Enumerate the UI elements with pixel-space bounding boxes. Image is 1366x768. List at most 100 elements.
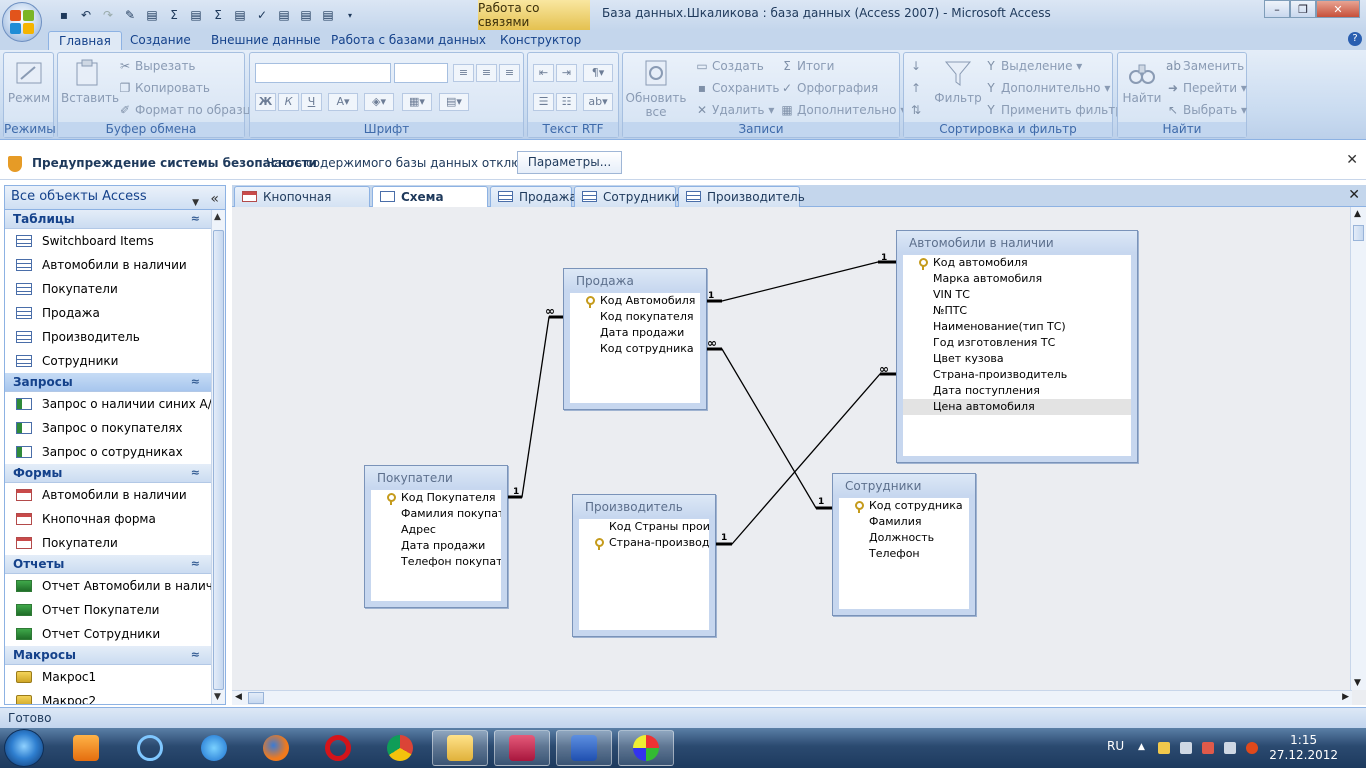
tab-sotrudniki[interactable]: Сотрудники — [574, 186, 679, 207]
scroll-left-icon[interactable]: ◀ — [235, 692, 242, 702]
explorer-button[interactable] — [432, 730, 488, 766]
form-icon[interactable]: ▤ — [186, 5, 206, 25]
nav-section-forms[interactable]: Формы ≈ — [5, 464, 212, 483]
minimize-button[interactable]: – — [1264, 0, 1290, 18]
close-document-icon[interactable]: ✕ — [1348, 187, 1360, 203]
scroll-thumb[interactable] — [213, 230, 224, 690]
tab-design[interactable]: Конструктор — [490, 31, 591, 50]
list-item[interactable]: Запрос о сотрудниках — [5, 440, 212, 464]
italic-button[interactable]: К — [278, 93, 299, 111]
font-name-combo[interactable] — [255, 63, 391, 83]
copy-button[interactable]: ❐ Копировать — [118, 79, 210, 97]
edit-icon[interactable]: ✎ — [120, 5, 140, 25]
format-painter-button[interactable]: ✐ Формат по образцу — [118, 101, 258, 119]
scroll-thumb[interactable] — [1353, 225, 1364, 241]
paste-button[interactable]: Вставить — [61, 57, 119, 105]
firefox-button[interactable] — [248, 730, 304, 766]
collapse-icon[interactable]: ≈ — [191, 210, 200, 228]
list-item[interactable]: Кнопочная форма — [5, 507, 212, 531]
help-icon[interactable]: ? — [1348, 32, 1362, 46]
save-record-button[interactable]: ▪ Сохранить — [695, 79, 780, 97]
horizontal-scrollbar[interactable]: ◀ ▶ — [232, 690, 1352, 705]
field-item[interactable]: Страна-производитель — [903, 367, 1131, 383]
scroll-up-icon[interactable]: ▲ — [1354, 209, 1361, 219]
field-item[interactable]: Код сотрудника — [839, 498, 969, 514]
list-item[interactable]: Производитель — [5, 325, 212, 349]
list-item[interactable]: Отчет Автомобили в наличии — [5, 574, 225, 598]
close-button[interactable]: ✕ — [1316, 0, 1360, 18]
vertical-scrollbar[interactable]: ▲ ▼ — [1350, 207, 1366, 690]
scroll-thumb[interactable] — [248, 692, 264, 704]
table-window-title[interactable]: Производитель — [573, 495, 715, 517]
list-item[interactable]: Покупатели — [5, 277, 212, 301]
field-item[interactable]: Год изготовления ТС — [903, 335, 1131, 351]
clock[interactable]: 1:15 27.12.2012 — [1269, 733, 1338, 763]
collapse-icon[interactable]: ≈ — [191, 646, 200, 664]
media-player-button[interactable] — [58, 730, 114, 766]
clear-sort-button[interactable]: ⇅ — [909, 101, 926, 119]
select-button[interactable]: ↖ Выбрать ▾ — [1166, 101, 1247, 119]
field-item[interactable]: Наименование(тип ТС) — [903, 319, 1131, 335]
cut-button[interactable]: ✂ Вырезать — [118, 57, 196, 75]
nav-section-queries[interactable]: Запросы ≈ — [5, 373, 212, 392]
tab-external-data[interactable]: Внешние данные — [201, 31, 330, 50]
table-window-title[interactable]: Покупатели — [365, 466, 507, 488]
close-icon[interactable]: ✕ — [1346, 152, 1358, 168]
table-window-prodazha[interactable]: Продажа Код Автомобиля Код покупателя Да… — [563, 268, 707, 410]
flag-icon[interactable] — [1202, 742, 1214, 754]
list-item[interactable]: Продажа — [5, 301, 212, 325]
field-item[interactable]: VIN ТС — [903, 287, 1131, 303]
field-item[interactable]: Код Покупателя — [371, 490, 501, 506]
tab-proizvoditel[interactable]: Производитель — [678, 186, 805, 207]
nav-section-tables[interactable]: Таблицы ≈ — [5, 210, 212, 229]
field-item[interactable]: Марка автомобиля — [903, 271, 1131, 287]
sort-descending-button[interactable]: ↑ — [909, 79, 926, 97]
apply-filter-button[interactable]: Y Применить фильтр — [984, 101, 1122, 119]
list-item[interactable]: Автомобили в наличии — [5, 253, 212, 277]
spelling-button[interactable]: ✓ Орфография — [780, 79, 878, 97]
list-item[interactable]: Покупатели — [5, 531, 212, 555]
table-window-title[interactable]: Автомобили в наличии — [897, 231, 1137, 253]
increase-indent-button[interactable]: ⇥ — [556, 64, 577, 82]
decrease-indent-button[interactable]: ⇤ — [533, 64, 554, 82]
options-button[interactable]: Параметры... — [517, 151, 622, 174]
network-icon[interactable] — [1158, 742, 1170, 754]
redo-icon[interactable]: ↷ — [98, 5, 118, 25]
volume-icon[interactable] — [1180, 742, 1192, 754]
font-color-button[interactable]: A▾ — [328, 93, 358, 111]
replace-button[interactable]: ab Заменить — [1166, 57, 1244, 75]
numbering-button[interactable]: ☷ — [556, 93, 577, 111]
tab-create[interactable]: Создание — [120, 31, 201, 50]
align-left-button[interactable]: ≡ — [453, 64, 474, 82]
office-button[interactable] — [2, 2, 42, 42]
align-center-button[interactable]: ≡ — [476, 64, 497, 82]
field-item[interactable]: Телефон покупате — [371, 554, 501, 570]
form-icon[interactable]: ▤ — [274, 5, 294, 25]
undo-icon[interactable]: ↶ — [76, 5, 96, 25]
gridlines-button[interactable]: ▦▾ — [402, 93, 432, 111]
field-item[interactable]: Адрес — [371, 522, 501, 538]
power-icon[interactable] — [1224, 742, 1236, 754]
field-item[interactable]: Страна-производи — [579, 535, 709, 551]
relationships-canvas[interactable]: Продажа Код Автомобиля Код покупателя Да… — [232, 207, 1366, 705]
collapse-icon[interactable]: ≈ — [191, 555, 200, 573]
nav-section-reports[interactable]: Отчеты ≈ — [5, 555, 212, 574]
scroll-down-icon[interactable]: ▼ — [214, 692, 221, 702]
selection-button[interactable]: Y Выделение ▾ — [984, 57, 1082, 75]
update-icon[interactable] — [1246, 742, 1258, 754]
view-button[interactable]: Режим — [7, 57, 51, 105]
sum-icon[interactable]: Σ — [164, 5, 184, 25]
list-item[interactable]: Сотрудники — [5, 349, 212, 373]
table-window-proizvoditel[interactable]: Производитель Код Страны произ Страна-пр… — [572, 494, 716, 637]
opera-button[interactable] — [310, 730, 366, 766]
sort-ascending-button[interactable]: ↓ — [909, 57, 926, 75]
list-item[interactable]: Switchboard Items — [5, 229, 212, 253]
fill-color-button[interactable]: ◈▾ — [364, 93, 394, 111]
filter-button[interactable]: Фильтр — [934, 57, 982, 105]
field-item[interactable]: Код автомобиля — [903, 255, 1131, 271]
field-item[interactable]: Должность — [839, 530, 969, 546]
collapse-pane-icon[interactable]: « — [210, 188, 219, 210]
scroll-down-icon[interactable]: ▼ — [1354, 678, 1361, 688]
advanced-filter-button[interactable]: Y Дополнительно ▾ — [984, 79, 1110, 97]
nav-scrollbar[interactable]: ▲ ▼ — [211, 210, 225, 704]
